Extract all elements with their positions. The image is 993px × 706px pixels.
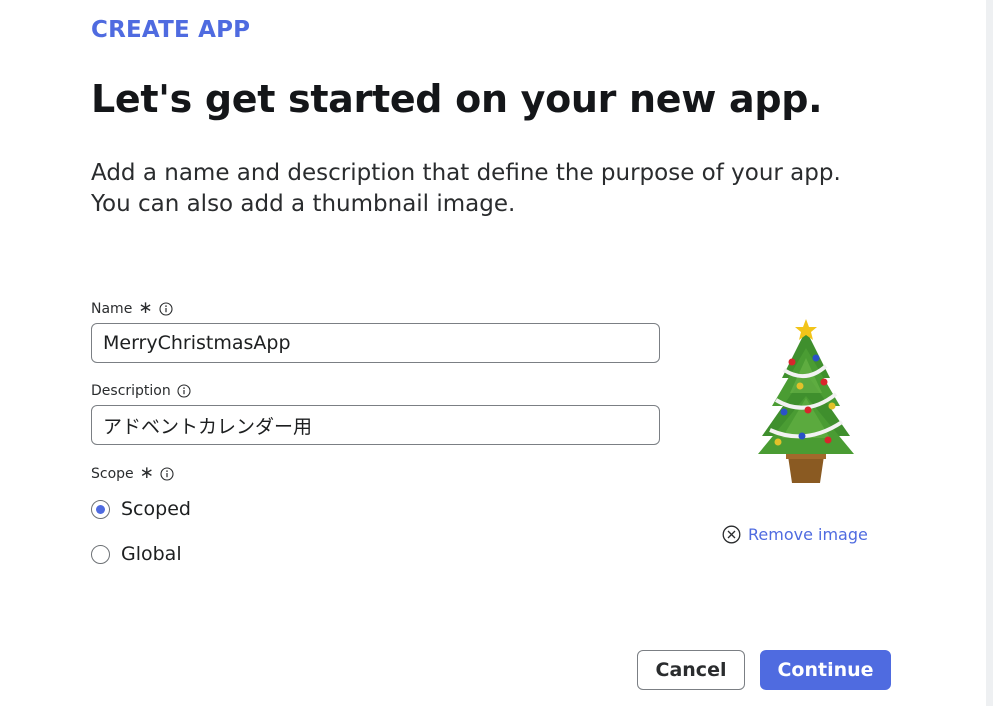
remove-image-label: Remove image xyxy=(748,525,868,544)
scope-label: Scope ∗ xyxy=(91,465,174,482)
description-label: Description xyxy=(91,383,191,399)
description-label-text: Description xyxy=(91,383,171,399)
subtitle-line-2: You can also add a thumbnail image. xyxy=(91,191,516,217)
info-icon[interactable] xyxy=(159,301,173,316)
scope-option-label: Scoped xyxy=(121,498,191,520)
radio-button[interactable] xyxy=(91,544,110,564)
eyebrow-label: CREATE APP xyxy=(91,17,251,43)
christmas-tree-thumbnail xyxy=(758,319,854,483)
info-icon[interactable] xyxy=(177,384,191,398)
name-label-text: Name xyxy=(91,300,133,317)
close-circle-icon xyxy=(722,525,741,544)
remove-image-link[interactable]: Remove image xyxy=(722,525,868,544)
scope-label-text: Scope xyxy=(91,465,134,482)
page-title: Let's get started on your new app. xyxy=(91,77,823,121)
scope-option-scoped[interactable]: Scoped xyxy=(91,498,191,520)
description-input[interactable] xyxy=(91,405,660,445)
name-label: Name ∗ xyxy=(91,300,173,317)
scope-option-global[interactable]: Global xyxy=(91,543,182,565)
scope-option-label: Global xyxy=(121,543,182,565)
create-app-page: CREATE APP Let's get started on your new… xyxy=(0,0,993,706)
cancel-button[interactable]: Cancel xyxy=(637,650,745,690)
name-input[interactable] xyxy=(91,323,660,363)
subtitle-line-1: Add a name and description that define t… xyxy=(91,160,841,186)
continue-button[interactable]: Continue xyxy=(760,650,891,690)
required-asterisk: ∗ xyxy=(138,298,153,318)
page-subtitle: Add a name and description that define t… xyxy=(91,158,891,220)
radio-button-checked[interactable] xyxy=(91,499,110,519)
info-icon[interactable] xyxy=(160,466,174,481)
scrollbar-track[interactable] xyxy=(986,0,993,706)
required-asterisk: ∗ xyxy=(139,463,154,483)
